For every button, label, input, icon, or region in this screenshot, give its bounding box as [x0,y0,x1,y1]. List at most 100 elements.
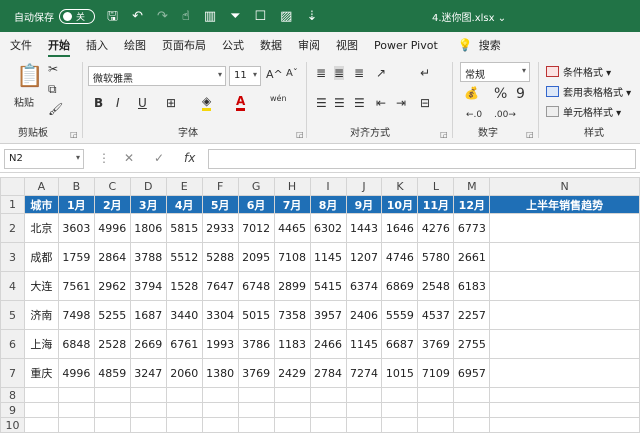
cut-icon[interactable]: ✂ [48,62,58,76]
empty-cell[interactable] [381,402,419,418]
merge-center-icon[interactable]: ⊟ [420,96,430,110]
data-cell[interactable]: 5559 [381,300,419,330]
cell-styles-button[interactable]: 单元格样式 ▾ [546,104,621,119]
data-cell[interactable]: 3786 [237,329,275,359]
data-cell[interactable]: 济南 [23,300,59,330]
data-cell[interactable]: 6848 [57,329,95,359]
data-cell[interactable]: 7561 [57,271,95,301]
empty-cell[interactable] [93,402,131,418]
header-cell[interactable]: 12月 [453,195,491,214]
data-cell[interactable]: 2755 [453,329,491,359]
data-cell[interactable]: 2962 [93,271,131,301]
font-size-select[interactable]: 11 ▾ [229,66,261,86]
font-launcher-icon[interactable]: ◲ [296,130,304,139]
data-cell[interactable]: 3769 [237,358,275,388]
empty-cell[interactable] [309,387,347,403]
header-cell[interactable]: 4月 [165,195,203,214]
data-cell[interactable]: 6761 [165,329,203,359]
empty-cell[interactable] [345,387,383,403]
data-cell[interactable]: 6687 [381,329,419,359]
data-cell[interactable]: 1015 [381,358,419,388]
empty-cell[interactable] [417,387,455,403]
shrink-font-button[interactable]: Aˇ [286,68,298,79]
data-cell[interactable] [489,358,640,388]
data-cell[interactable]: 6748 [237,271,275,301]
filter-icon[interactable]: ⏷ [230,10,240,23]
align-center-icon[interactable]: ☰ [334,96,345,110]
empty-cell[interactable] [273,387,311,403]
column-header[interactable]: D [129,177,167,196]
tab-data[interactable]: 数据 [260,32,282,58]
empty-cell[interactable] [23,402,59,418]
customize-qat-icon[interactable]: ⇣ [306,10,317,23]
empty-cell[interactable] [489,417,640,433]
align-bottom-icon[interactable]: ≣ [354,66,364,80]
data-cell[interactable] [489,271,640,301]
header-cell[interactable]: 8月 [309,195,347,214]
column-header[interactable]: F [201,177,239,196]
format-painter-icon[interactable]: 🖌 [48,102,63,116]
data-cell[interactable]: 1993 [201,329,239,359]
column-header[interactable]: L [417,177,455,196]
select-all-corner[interactable] [0,177,25,196]
column-header[interactable]: M [453,177,491,196]
data-cell[interactable]: 5415 [309,271,347,301]
data-cell[interactable]: 1145 [309,242,347,272]
align-middle-icon[interactable]: ≣ [334,66,345,80]
data-cell[interactable]: 1528 [165,271,203,301]
empty-cell[interactable] [489,402,640,418]
data-cell[interactable]: 4276 [417,213,455,243]
grow-font-button[interactable]: A^ [266,68,283,81]
row-header[interactable]: 4 [0,271,25,301]
empty-cell[interactable] [237,402,275,418]
data-cell[interactable]: 6957 [453,358,491,388]
data-cell[interactable]: 成都 [23,242,59,272]
data-cell[interactable]: 7108 [273,242,311,272]
empty-cell[interactable] [237,387,275,403]
bold-button[interactable]: B [94,96,103,110]
number-format-select[interactable]: 常规 ▾ [460,62,530,82]
chart-icon[interactable]: ▥ [204,10,216,23]
empty-cell[interactable] [417,417,455,433]
data-cell[interactable]: 7358 [273,300,311,330]
empty-cell[interactable] [345,417,383,433]
data-cell[interactable]: 4746 [381,242,419,272]
phonetic-button[interactable]: wén [270,94,287,103]
data-cell[interactable]: 2933 [201,213,239,243]
alignment-launcher-icon[interactable]: ◲ [440,130,448,139]
empty-cell[interactable] [309,417,347,433]
empty-cell[interactable] [417,402,455,418]
column-header[interactable]: N [489,177,640,196]
header-cell[interactable]: 6月 [237,195,275,214]
tab-formulas[interactable]: 公式 [222,32,244,58]
empty-cell[interactable] [345,402,383,418]
data-cell[interactable]: 2528 [93,329,131,359]
data-cell[interactable] [489,329,640,359]
data-cell[interactable]: 3788 [129,242,167,272]
wrap-text-icon[interactable]: ↵ [420,66,430,80]
data-cell[interactable]: 5512 [165,242,203,272]
currency-icon[interactable]: 💰 [464,86,479,100]
empty-cell[interactable] [57,417,95,433]
row-header[interactable]: 6 [0,329,25,359]
header-cell[interactable]: 5月 [201,195,239,214]
align-right-icon[interactable]: ☰ [354,96,365,110]
empty-cell[interactable] [201,417,239,433]
empty-cell[interactable] [237,417,275,433]
data-cell[interactable]: 4996 [93,213,131,243]
column-header[interactable]: E [165,177,203,196]
data-cell[interactable]: 2466 [309,329,347,359]
empty-cell[interactable] [453,402,491,418]
font-color-icon[interactable]: A [236,94,246,111]
percent-button[interactable]: % [494,86,507,102]
column-header[interactable]: K [381,177,419,196]
tab-review[interactable]: 审阅 [298,32,320,58]
column-header[interactable]: A [23,177,59,196]
data-cell[interactable]: 7012 [237,213,275,243]
data-cell[interactable]: 3603 [57,213,95,243]
column-header[interactable]: G [237,177,275,196]
data-cell[interactable]: 3247 [129,358,167,388]
font-name-select[interactable]: 微软雅黑 ▾ [88,66,226,86]
increase-indent-icon[interactable]: ⇥ [396,96,406,110]
data-cell[interactable]: 3440 [165,300,203,330]
